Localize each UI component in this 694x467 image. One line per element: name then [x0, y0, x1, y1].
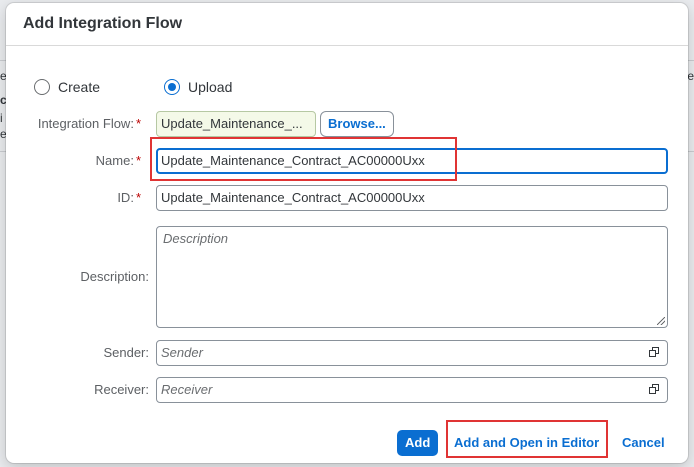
id-label: ID: * [6, 190, 141, 205]
integration-flow-file-field[interactable]: Update_Maintenance_... [156, 111, 316, 137]
value-help-icon[interactable] [649, 384, 661, 396]
description-label: Description: [80, 269, 149, 284]
resize-handle-icon[interactable] [657, 317, 665, 325]
dialog-title: Add Integration Flow [23, 15, 183, 32]
radio-upload-label: Upload [188, 79, 233, 95]
background-text: e [687, 69, 694, 83]
description-textarea[interactable]: Description [156, 226, 668, 328]
radio-create-label: Create [58, 79, 101, 95]
sender-placeholder: Sender [161, 345, 203, 360]
required-marker: * [135, 116, 141, 131]
dialog-footer: Add Add and Open in Editor Cancel [6, 427, 688, 463]
radio-button[interactable] [34, 79, 50, 95]
add-button[interactable]: Add [397, 430, 439, 456]
required-marker: * [135, 190, 141, 205]
description-placeholder: Description [163, 231, 229, 246]
sender-label: Sender: [103, 345, 149, 360]
required-marker: * [135, 153, 141, 168]
radio-create[interactable]: Create [34, 78, 100, 96]
value-help-icon[interactable] [649, 347, 661, 359]
sender-input[interactable]: Sender [156, 340, 668, 366]
name-input-value: Update_Maintenance_Contract_AC00000Uxx [161, 153, 425, 168]
add-and-open-in-editor-button[interactable]: Add and Open in Editor [454, 430, 599, 456]
id-label-text: ID: [117, 190, 134, 205]
integration-flow-label-text: Integration Flow: [37, 116, 134, 131]
id-input-value: Update_Maintenance_Contract_AC00000Uxx [161, 190, 425, 205]
cancel-button[interactable]: Cancel [622, 430, 665, 456]
name-label-text: Name: [95, 153, 134, 168]
receiver-placeholder: Receiver [161, 382, 213, 397]
name-input[interactable]: Update_Maintenance_Contract_AC00000Uxx [156, 148, 668, 174]
add-integration-flow-dialog: Add Integration Flow Create Upload Integ… [6, 3, 688, 463]
browse-button[interactable]: Browse... [320, 111, 394, 137]
receiver-input[interactable]: Receiver [156, 377, 668, 403]
integration-flow-file-value: Update_Maintenance_... [161, 116, 303, 131]
receiver-label: Receiver: [94, 382, 149, 397]
dialog-header: Add Integration Flow [6, 3, 688, 46]
radio-button-selected[interactable] [164, 79, 180, 95]
integration-flow-label: Integration Flow: * [6, 116, 141, 131]
name-label: Name: * [6, 153, 141, 168]
radio-upload[interactable]: Upload [164, 78, 232, 96]
background-text: i [0, 111, 3, 125]
id-input[interactable]: Update_Maintenance_Contract_AC00000Uxx [156, 185, 668, 211]
